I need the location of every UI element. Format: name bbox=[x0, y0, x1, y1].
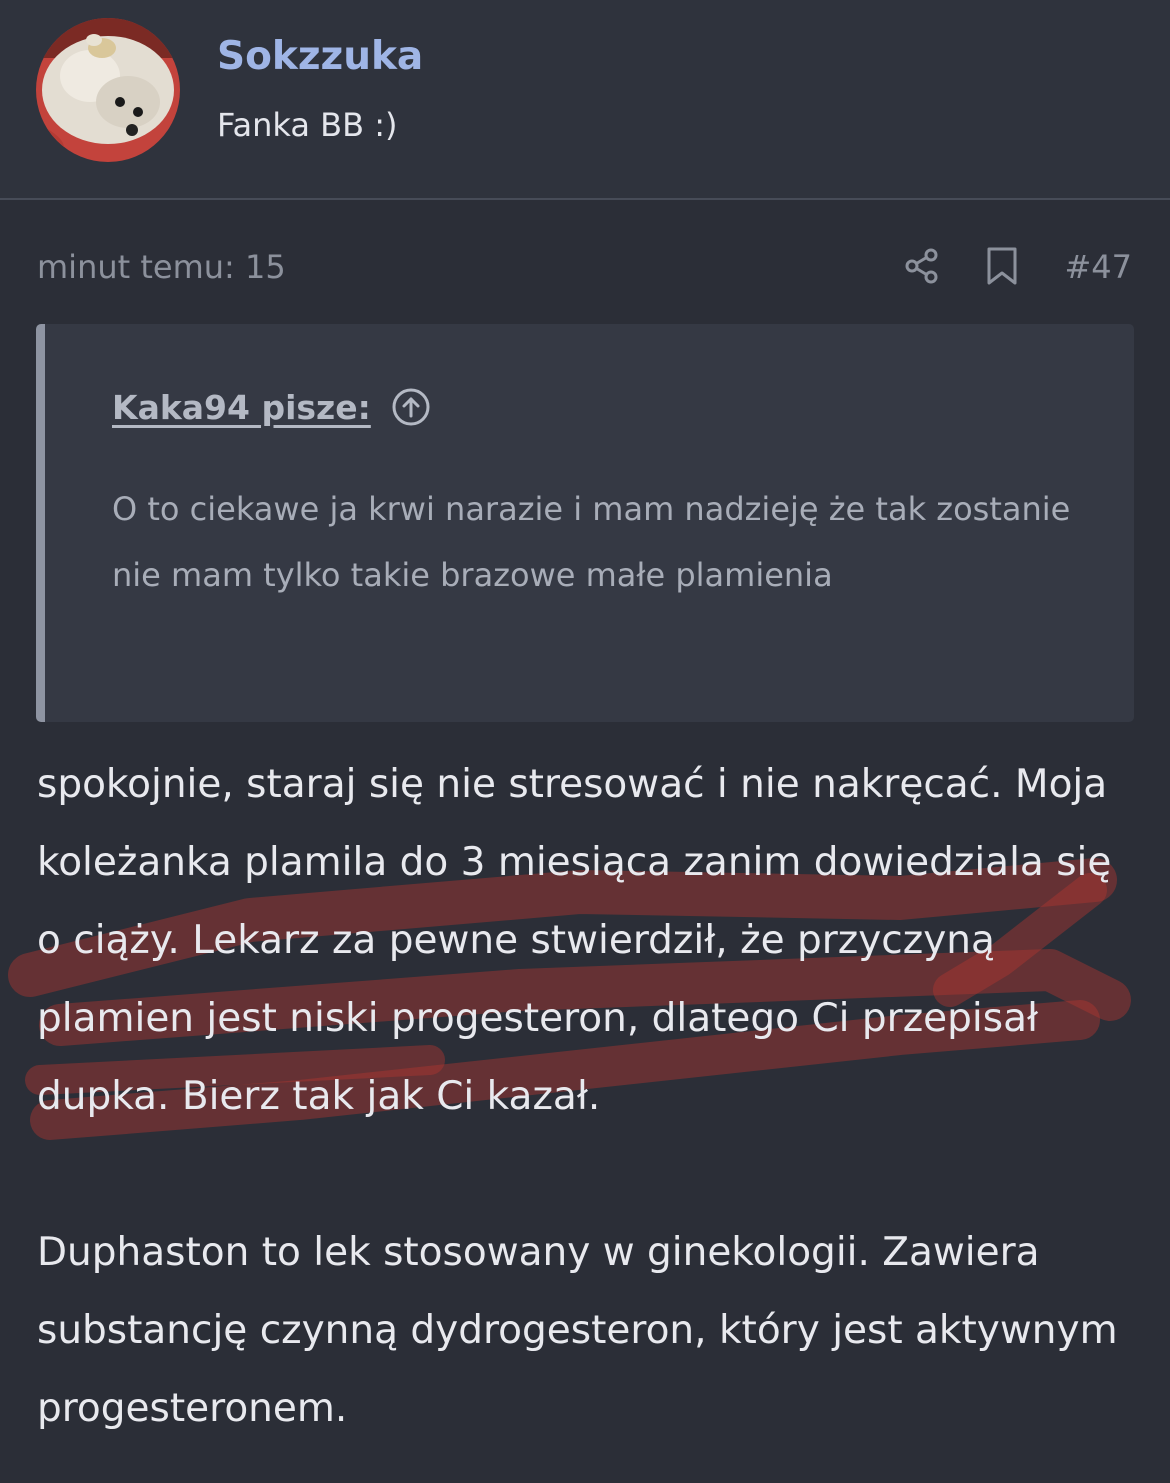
post-number-link[interactable]: #47 bbox=[1064, 248, 1132, 286]
share-icon[interactable] bbox=[902, 246, 942, 286]
username-link[interactable]: Sokzzuka bbox=[217, 34, 423, 79]
user-title: Fanka BB :) bbox=[217, 106, 398, 144]
user-avatar[interactable] bbox=[36, 18, 180, 162]
bookmark-icon[interactable] bbox=[984, 246, 1020, 286]
post-timestamp[interactable]: minut temu: 15 bbox=[37, 248, 286, 286]
quote-author-link[interactable]: Kaka94 pisze: bbox=[112, 388, 371, 427]
quote-text: O to ciekawe ja krwi narazie i mam nadzi… bbox=[112, 490, 1071, 594]
post-paragraph: spokojnie, staraj się nie stresować i ni… bbox=[37, 762, 1112, 1119]
quote-block: Kaka94 pisze: O to ciekawe ja krwi naraz… bbox=[36, 324, 1134, 722]
dog-avatar-icon bbox=[36, 18, 180, 162]
post-body: spokojnie, staraj się nie stresować i ni… bbox=[37, 746, 1137, 1448]
post-paragraph: Duphaston to lek stosowany w ginekologii… bbox=[37, 1230, 1118, 1431]
post-meta: minut temu: 15 #47 bbox=[0, 240, 1170, 296]
quote-header: Kaka94 pisze: bbox=[112, 384, 431, 430]
post-header: Sokzzuka Fanka BB :) bbox=[0, 0, 1170, 200]
arrow-up-circle-icon[interactable] bbox=[391, 387, 431, 427]
